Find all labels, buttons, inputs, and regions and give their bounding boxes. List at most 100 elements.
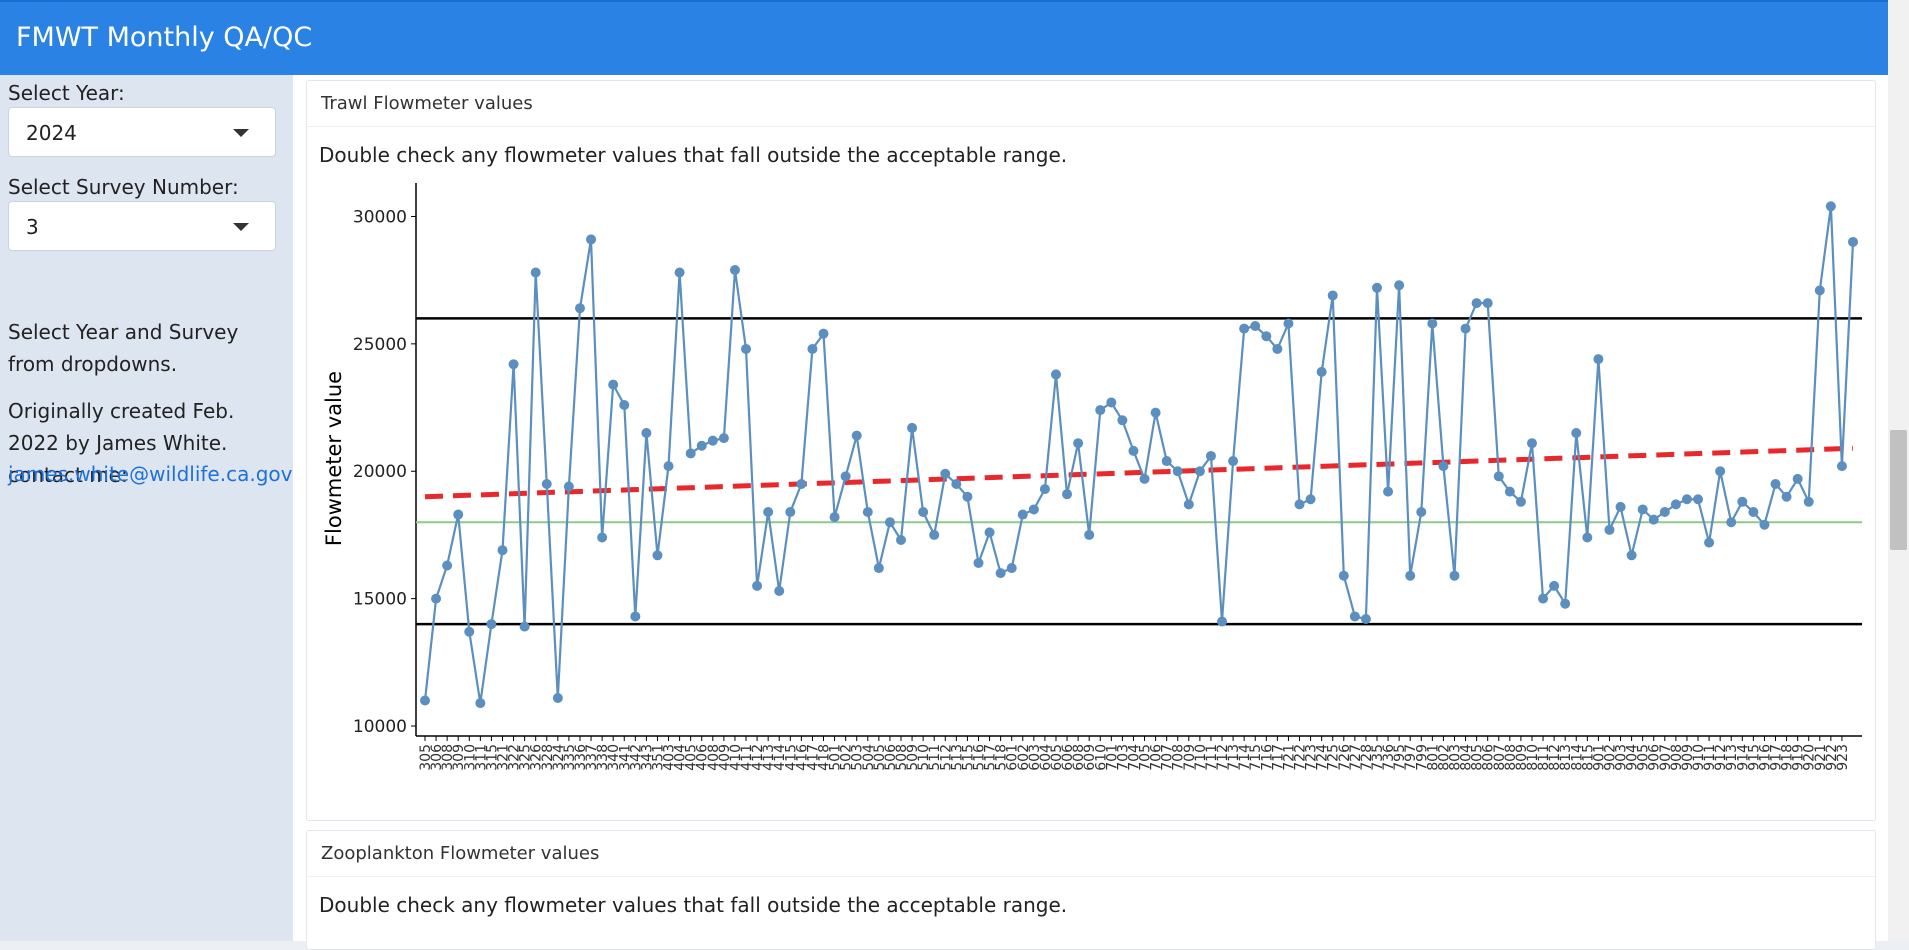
data-point bbox=[1781, 491, 1792, 502]
data-point bbox=[1183, 499, 1194, 510]
data-point bbox=[497, 545, 508, 556]
data-point bbox=[1028, 504, 1039, 515]
data-point bbox=[1327, 290, 1338, 301]
data-point bbox=[1349, 611, 1360, 622]
chevron-down-icon bbox=[233, 223, 249, 231]
data-point bbox=[785, 507, 796, 517]
data-point bbox=[1748, 507, 1759, 517]
page-scrollbar[interactable] bbox=[1888, 0, 1909, 941]
data-point bbox=[1637, 504, 1648, 515]
data-point bbox=[1250, 321, 1261, 332]
data-point bbox=[508, 359, 519, 370]
data-point bbox=[829, 512, 840, 523]
data-point bbox=[608, 379, 619, 390]
data-point bbox=[1825, 201, 1836, 212]
data-point bbox=[1814, 285, 1825, 296]
data-point bbox=[973, 557, 984, 568]
data-point bbox=[774, 585, 785, 596]
data-point bbox=[1405, 570, 1416, 581]
zooplankton-panel-description: Double check any flowmeter values that f… bbox=[319, 893, 1068, 917]
survey-select[interactable]: 3 bbox=[8, 201, 276, 251]
data-point bbox=[1239, 323, 1250, 334]
data-point bbox=[1482, 298, 1493, 309]
data-point bbox=[1549, 580, 1560, 591]
data-point bbox=[1659, 507, 1670, 517]
data-point bbox=[1017, 509, 1028, 520]
data-point bbox=[1084, 529, 1095, 540]
year-label: Select Year: bbox=[8, 81, 125, 105]
data-point bbox=[763, 507, 774, 517]
data-point bbox=[752, 580, 763, 591]
data-point bbox=[1593, 354, 1604, 365]
trawl-panel-title: Trawl Flowmeter values bbox=[307, 81, 1875, 127]
year-select[interactable]: 2024 bbox=[8, 107, 276, 157]
data-point bbox=[1294, 499, 1305, 510]
data-point bbox=[1571, 428, 1582, 439]
data-point bbox=[1006, 563, 1017, 574]
data-point bbox=[818, 328, 829, 339]
data-point bbox=[1372, 282, 1382, 293]
y-tick-label: 15000 bbox=[353, 590, 407, 610]
data-point bbox=[1438, 461, 1449, 472]
data-point bbox=[707, 435, 718, 446]
data-point bbox=[862, 507, 873, 517]
data-point bbox=[1228, 456, 1239, 467]
data-point bbox=[1050, 369, 1061, 380]
data-point bbox=[1039, 484, 1050, 495]
data-point bbox=[962, 491, 973, 502]
data-point bbox=[1316, 366, 1327, 377]
data-point bbox=[1726, 517, 1737, 528]
data-point bbox=[1770, 478, 1781, 489]
data-point bbox=[1172, 466, 1183, 477]
data-point bbox=[741, 343, 752, 354]
data-point bbox=[1117, 415, 1128, 426]
data-point bbox=[851, 430, 862, 441]
data-point bbox=[1194, 466, 1205, 477]
data-point bbox=[420, 695, 430, 706]
data-point bbox=[1383, 486, 1394, 497]
data-point bbox=[685, 448, 696, 459]
data-point bbox=[1848, 236, 1858, 247]
data-point bbox=[597, 532, 608, 543]
data-point bbox=[486, 619, 497, 630]
data-point bbox=[464, 626, 475, 637]
data-point bbox=[1493, 471, 1504, 482]
data-point bbox=[918, 507, 929, 517]
data-point bbox=[873, 563, 884, 574]
data-point bbox=[1150, 407, 1161, 418]
survey-select-value: 3 bbox=[26, 215, 39, 239]
data-point bbox=[1283, 318, 1294, 329]
data-point bbox=[1394, 280, 1405, 291]
data-point bbox=[729, 264, 740, 275]
data-point bbox=[807, 343, 818, 354]
data-point bbox=[929, 529, 940, 540]
data-point bbox=[1704, 537, 1715, 548]
flowmeter-chart: 10000 15000 20000 25000 30000 Flowmeter value… bbox=[322, 183, 1862, 771]
data-point bbox=[1693, 494, 1704, 505]
data-point bbox=[630, 611, 641, 622]
data-point bbox=[674, 267, 685, 278]
data-point bbox=[1139, 473, 1150, 484]
data-point bbox=[796, 478, 807, 489]
data-point bbox=[1715, 466, 1726, 477]
instructions-text: Select Year and Survey from dropdowns. bbox=[8, 320, 239, 376]
data-point bbox=[453, 509, 464, 520]
data-point bbox=[641, 428, 652, 439]
data-point bbox=[840, 471, 851, 482]
contact-email-link[interactable]: james.white@wildlife.ca.gov bbox=[8, 458, 292, 490]
data-point bbox=[619, 400, 630, 410]
data-point bbox=[1604, 524, 1615, 535]
data-point bbox=[984, 527, 995, 538]
data-point bbox=[1217, 616, 1228, 627]
data-point bbox=[1681, 494, 1692, 505]
data-point bbox=[1205, 450, 1216, 461]
data-point bbox=[1360, 614, 1371, 624]
data-point bbox=[1161, 456, 1172, 467]
scrollbar-thumb[interactable] bbox=[1890, 430, 1907, 550]
data-point bbox=[519, 621, 530, 632]
data-point bbox=[1095, 405, 1106, 416]
data-point bbox=[1504, 486, 1515, 497]
data-point bbox=[1526, 438, 1537, 449]
data-point bbox=[1062, 489, 1073, 500]
data-point bbox=[541, 478, 552, 489]
